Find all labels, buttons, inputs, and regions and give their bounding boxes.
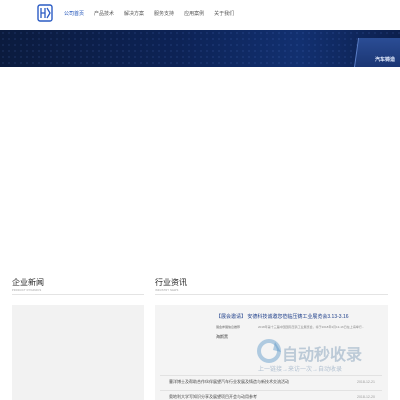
nav-item-products[interactable]: 产品技术 (94, 10, 114, 20)
featured-article-meta: 展会参展信息推荐 (216, 325, 241, 329)
watermark-subtext: 上一链接→来访一次→自动收录 (258, 367, 343, 373)
banner-caption: 汽车铸造 (375, 57, 396, 63)
featured-article-title[interactable]: 【展会邀请】 安德科技诚邀您莅临压铸工业展览会3.13-3.16 (216, 313, 349, 320)
industry-divider (155, 294, 388, 295)
featured-article-desc: 2018年第十三届中国国际压铸工业展览会，将于2018年3月13-16日在上海举… (258, 325, 365, 329)
main-nav: 公司首页 产品技术 解决方案 服务支持 应用案例 关于我们 (64, 10, 244, 20)
news-section-subtitle: PRODUCT DYNAMICS (12, 289, 42, 292)
featured-article-tag: 海斯黑 (216, 334, 228, 339)
banner-pattern (0, 30, 400, 67)
list-item-date: 2018-12-21 (357, 380, 375, 384)
logo-icon[interactable] (37, 4, 53, 22)
list-item[interactable]: 奥地利大学写知识分享及展望项目开会与动用参考 (169, 394, 257, 400)
industry-section-title: 行业资讯 (155, 278, 187, 287)
industry-section-subtitle: INDUSTRY NEWS (155, 289, 179, 292)
nav-item-solutions[interactable]: 解决方案 (124, 10, 144, 20)
list-item-date: 2018-12-20 (357, 395, 375, 399)
news-panel[interactable] (12, 305, 144, 400)
nav-item-support[interactable]: 服务支持 (154, 10, 174, 20)
list-item[interactable]: 曹洋博士及帮助合作伙伴展望汽车行业发展及铸造与新技术交流活动 (169, 379, 289, 385)
nav-item-cases[interactable]: 应用案例 (184, 10, 204, 20)
news-divider (12, 294, 144, 295)
hero-banner[interactable]: 汽车铸造 (0, 30, 400, 67)
list-divider (160, 390, 382, 391)
site-header: 公司首页 产品技术 解决方案 服务支持 应用案例 关于我们 (0, 0, 400, 30)
news-section-title: 企业新闻 (12, 278, 44, 287)
nav-item-home[interactable]: 公司首页 (64, 10, 84, 20)
watermark-text: 自动秒收录 (282, 347, 363, 364)
nav-item-about[interactable]: 关于我们 (214, 10, 234, 20)
